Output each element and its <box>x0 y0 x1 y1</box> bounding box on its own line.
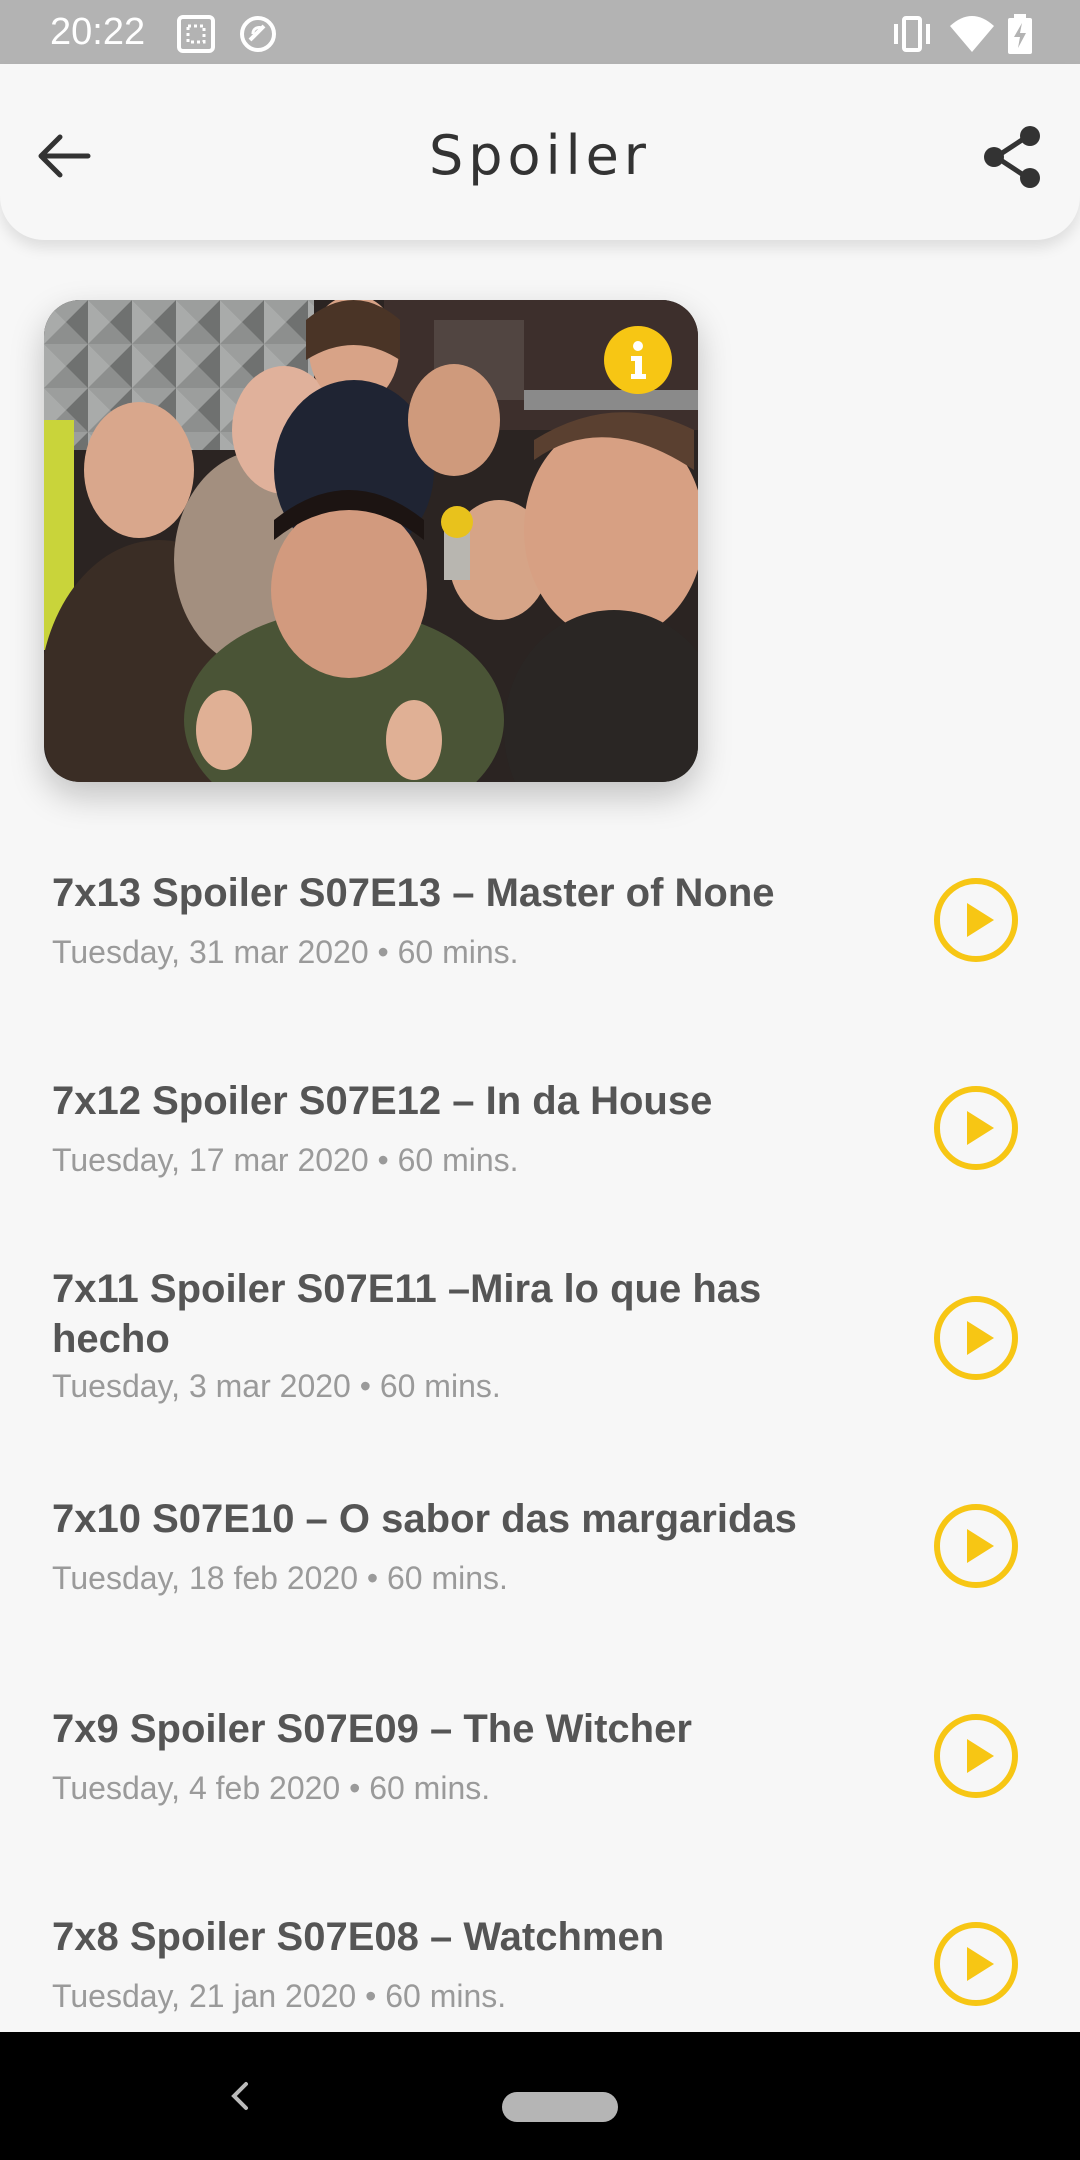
episode-meta: Tuesday, 4 feb 2020 • 60 mins. <box>52 1770 491 1806</box>
share-button[interactable] <box>980 124 1046 190</box>
system-nav-bar <box>0 2032 1080 2160</box>
episode-title: 7x13 Spoiler S07E13 – Master of None <box>52 871 775 915</box>
info-button[interactable] <box>604 326 672 394</box>
status-time: 20:22 <box>50 11 146 53</box>
sync-icon <box>240 16 276 52</box>
vibrate-icon <box>894 16 930 52</box>
nav-back-icon[interactable] <box>226 2078 254 2114</box>
episode-title: 7x10 S07E10 – O sabor das margaridas <box>52 1497 797 1541</box>
cover-image <box>44 300 698 782</box>
play-circle-icon <box>934 1296 1018 1380</box>
info-icon <box>631 341 646 379</box>
episode-meta: Tuesday, 21 jan 2020 • 60 mins. <box>52 1978 507 2014</box>
episode-title: 7x11 Spoiler S07E11 –Mira lo que has hec… <box>52 1267 762 1361</box>
share-icon <box>984 126 1040 188</box>
list-item[interactable]: 7x9 Spoiler S07E09 – The Witcher Tuesday… <box>52 1704 1052 1824</box>
wifi-icon <box>950 16 994 52</box>
play-button[interactable] <box>932 1294 1020 1382</box>
play-circle-icon <box>934 1504 1018 1588</box>
play-button[interactable] <box>932 1084 1020 1172</box>
episode-meta: Tuesday, 17 mar 2020 • 60 mins. <box>52 1142 519 1178</box>
episode-title: 7x8 Spoiler S07E08 – Watchmen <box>52 1915 665 1959</box>
list-item[interactable]: 7x13 Spoiler S07E13 – Master of None Tue… <box>52 868 1052 988</box>
list-item[interactable]: 7x8 Spoiler S07E08 – Watchmen Tuesday, 2… <box>52 1912 1052 2032</box>
nav-home-pill[interactable] <box>502 2092 618 2122</box>
episode-meta: Tuesday, 31 mar 2020 • 60 mins. <box>52 934 519 970</box>
status-bar: 20:22 <box>0 0 1080 64</box>
list-item[interactable]: 7x11 Spoiler S07E11 –Mira lo que has hec… <box>52 1264 1052 1414</box>
app-bar: Spoiler <box>0 64 1080 240</box>
page-title: Spoiler <box>428 124 652 187</box>
play-circle-icon <box>934 1714 1018 1798</box>
episode-title: 7x9 Spoiler S07E09 – The Witcher <box>52 1707 692 1751</box>
episode-meta: Tuesday, 3 mar 2020 • 60 mins. <box>52 1368 501 1404</box>
list-item[interactable]: 7x12 Spoiler S07E12 – In da House Tuesda… <box>52 1076 1052 1196</box>
list-item[interactable]: 7x10 S07E10 – O sabor das margaridas Tue… <box>52 1494 1052 1614</box>
battery-charging-icon <box>1008 14 1032 54</box>
play-button[interactable] <box>932 876 1020 964</box>
episode-title: 7x12 Spoiler S07E12 – In da House <box>52 1079 713 1123</box>
play-circle-icon <box>934 1086 1018 1170</box>
play-button[interactable] <box>932 1712 1020 1800</box>
episode-meta: Tuesday, 18 feb 2020 • 60 mins. <box>52 1560 508 1596</box>
play-button[interactable] <box>932 1502 1020 1590</box>
play-button[interactable] <box>932 1920 1020 2008</box>
play-circle-icon <box>934 878 1018 962</box>
screenshot-icon <box>177 15 215 53</box>
play-circle-icon <box>934 1922 1018 2006</box>
